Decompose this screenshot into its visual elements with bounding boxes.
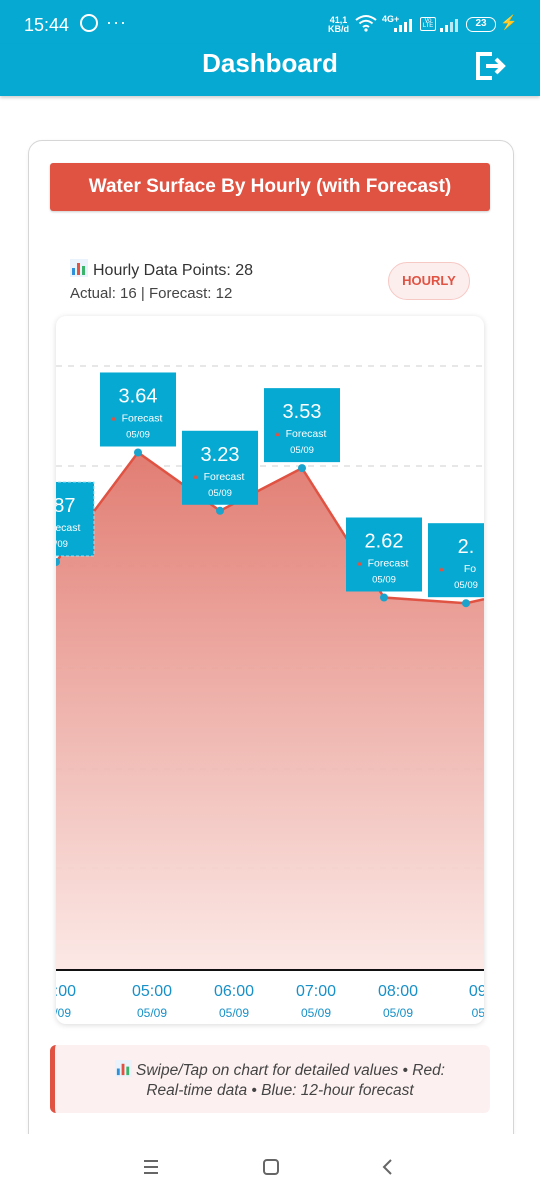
value-tooltip-4: 2.62 Forecast 05/09 xyxy=(346,517,422,592)
status-bar: 15:44 ··· 41,1 KB/d 4G+ Vo LTE 23 ⚡ xyxy=(0,0,540,44)
x-tick-label-1: 05:00 xyxy=(132,983,172,1000)
tooltip-date: 05/09 xyxy=(126,429,150,440)
tooltip-tag: Forecast xyxy=(368,558,409,570)
x-tick-label-2: 06:00 xyxy=(214,983,254,1000)
chart-hint-line2: Real-time data • Blue: 12-hour forecast xyxy=(146,1082,414,1099)
x-axis-ticks: 04:00 05/09 05:00 05/09 06:00 05/09 07:00 05/09… xyxy=(56,983,484,1020)
bar-chart-icon xyxy=(114,1060,132,1077)
x-tick-label-4: 08:00 xyxy=(378,983,418,1000)
system-nav-bar xyxy=(0,1134,540,1200)
page-title: Dashboard xyxy=(202,48,338,78)
value-tooltip-5: 2. Fo 05/09 xyxy=(428,523,484,598)
tooltip-tag: Forecast xyxy=(56,522,80,534)
hourly-badge: HOURLY xyxy=(388,262,470,300)
data-point-3 xyxy=(298,464,306,473)
charging-icon: ⚡ xyxy=(500,14,518,30)
menu-icon[interactable] xyxy=(140,1157,162,1177)
wifi-icon xyxy=(355,15,377,32)
value-tooltip-3: 3.53 Forecast 05/09 xyxy=(264,388,340,463)
tooltip-value: 2.62 xyxy=(365,531,404,553)
data-points-label: Hourly Data Points: 28 xyxy=(93,262,254,279)
x-tick-date-5: 05/ xyxy=(472,1006,484,1020)
tooltip-date: 05/09 xyxy=(454,580,478,591)
tooltip-value: 3.64 xyxy=(119,385,158,407)
tooltip-date: 05/09 xyxy=(372,575,396,586)
x-tick-date-3: 05/09 xyxy=(301,1006,331,1020)
chart-hint-box: Swipe/Tap on chart for detailed values •… xyxy=(50,1045,490,1113)
tooltip-value: 3.53 xyxy=(283,401,322,423)
actual-forecast-counts: Actual: 16 | Forecast: 12 xyxy=(70,285,233,302)
value-tooltip-0: 2.87 Forecast 05/09 xyxy=(56,481,95,557)
chart-hint-text: Swipe/Tap on chart for detailed values •… xyxy=(85,1060,475,1101)
x-tick-label-3: 07:00 xyxy=(296,983,336,1000)
data-point-4 xyxy=(380,593,388,602)
tooltip-value: 2. xyxy=(458,536,475,558)
volte-icon: Vo LTE xyxy=(420,17,436,31)
back-icon[interactable] xyxy=(380,1157,396,1177)
chart-card-title: Water Surface By Hourly (with Forecast) xyxy=(50,163,490,211)
whatsapp-icon xyxy=(80,14,98,32)
network-speed: 41,1 KB/d xyxy=(328,16,349,34)
chart-hint-line1: Swipe/Tap on chart for detailed values •… xyxy=(135,1062,445,1079)
chart-svg[interactable]: 2.87 Forecast 05/09 3.64 Forecast 05/09 3.23 Fo… xyxy=(56,316,484,1024)
logout-icon[interactable] xyxy=(472,48,508,84)
data-point-2 xyxy=(216,506,224,515)
data-point-1 xyxy=(134,448,142,457)
x-tick-date-0: 05/09 xyxy=(56,1006,71,1020)
home-icon[interactable] xyxy=(262,1158,280,1176)
x-tick-label-5: 09: xyxy=(469,983,484,1000)
bar-chart-icon xyxy=(70,259,88,277)
battery-icon: 23 xyxy=(466,17,496,32)
tooltip-tag: Forecast xyxy=(122,412,163,424)
app-bar: Dashboard xyxy=(0,44,540,96)
network-speed-unit: KB/d xyxy=(328,24,349,34)
tooltip-tag: Fo xyxy=(464,563,476,575)
signal-icon-2 xyxy=(440,19,458,32)
forecast-chart[interactable]: 2.87 Forecast 05/09 3.64 Forecast 05/09 3.23 Fo… xyxy=(56,316,484,1024)
tooltip-date: 05/09 xyxy=(290,445,314,456)
tooltip-value: 3.23 xyxy=(201,444,240,466)
x-tick-date-2: 05/09 xyxy=(219,1006,249,1020)
tooltip-date: 05/09 xyxy=(208,488,232,499)
tooltip-tag: Forecast xyxy=(204,471,245,483)
value-tooltip-1: 3.64 Forecast 05/09 xyxy=(100,372,176,447)
x-tick-date-1: 05/09 xyxy=(137,1006,167,1020)
signal-icon xyxy=(394,19,412,32)
more-notifications-icon: ··· xyxy=(106,12,127,32)
value-tooltip-2: 3.23 Forecast 05/09 xyxy=(182,430,258,505)
volte-bottom-label: LTE xyxy=(422,23,434,29)
status-time: 15:44 xyxy=(24,15,70,35)
tooltip-tag: Forecast xyxy=(286,428,327,440)
tooltip-value: 2.87 xyxy=(56,495,75,517)
data-point-5 xyxy=(462,599,470,608)
x-tick-date-4: 05/09 xyxy=(383,1006,413,1020)
tooltip-date: 05/09 xyxy=(56,539,68,550)
data-points-summary: Hourly Data Points: 28 xyxy=(70,259,253,280)
x-tick-label-0: 04:00 xyxy=(56,983,76,1000)
